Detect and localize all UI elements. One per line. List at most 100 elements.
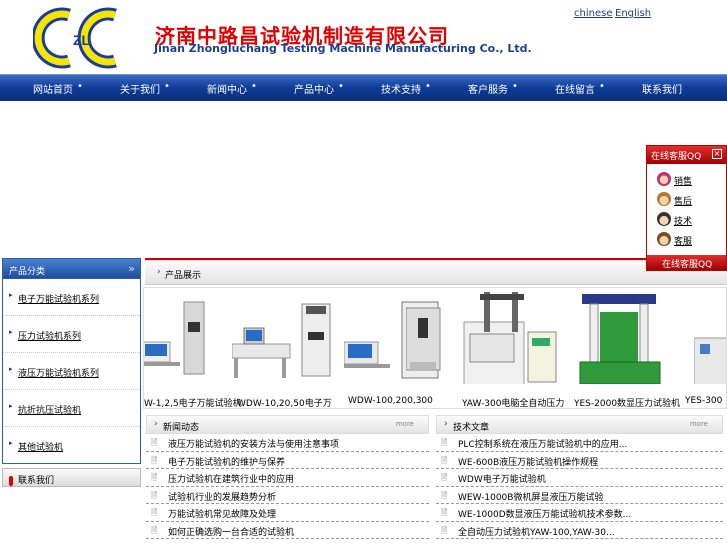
- nav-item-contact[interactable]: 联系我们: [642, 81, 682, 96]
- tech-title: 技术文章: [453, 423, 490, 433]
- document-icon: 🗎: [151, 455, 158, 465]
- nav-item-message[interactable]: 在线留言: [555, 81, 595, 96]
- document-icon: 🗎: [441, 525, 448, 535]
- lang-chinese-link[interactable]: chinese: [574, 8, 612, 19]
- tech-list: 🗎 PLC控制系统在液压万能试验机中的应用... 🗎 WE-600B液压万能试验机操…: [436, 434, 723, 539]
- document-icon: 🗎: [441, 508, 448, 517]
- avatar-icon: [657, 172, 671, 186]
- document-icon: 🗎: [151, 490, 158, 500]
- tech-header: › 技术文章 more: [436, 415, 723, 434]
- news-item-title: 如何正确选购一台合适的试验机: [168, 527, 295, 538]
- nav-separator: •: [77, 81, 83, 92]
- testing-machine-image: [144, 301, 205, 375]
- tech-more-link[interactable]: more: [690, 420, 708, 428]
- sidebar-item-hydraulic[interactable]: ▸ 液压万能试验机系列: [3, 353, 140, 390]
- product-carousel[interactable]: W-1,2,5电子万能试验机 WDW-10,20,50电子万 WDW-100,2…: [143, 287, 727, 409]
- list-item[interactable]: 🗎 万能试验机常见故障及处理: [146, 504, 429, 522]
- nav-separator: •: [599, 81, 605, 92]
- qq-title: 在线客服QQ: [651, 152, 702, 162]
- news-header: › 新闻动态 more: [146, 415, 429, 434]
- contact-title: 联系我们: [18, 476, 55, 486]
- triangle-icon: ▸: [9, 328, 13, 336]
- list-item[interactable]: 🗎 全自动压力试验机YAW-100,YAW-30...: [436, 522, 723, 539]
- list-item[interactable]: 🗎 WE-600B液压万能试验机操作规程: [436, 452, 723, 469]
- tech-item-title: WDW电子万能试验机: [458, 475, 546, 485]
- product-caption[interactable]: YES-2000数显压力试验机: [574, 396, 680, 408]
- product-image[interactable]: [144, 292, 242, 384]
- list-item[interactable]: 🗎 电子万能试验机的维护与保养: [146, 452, 429, 469]
- chevron-right-icon: ›: [154, 419, 158, 429]
- list-item[interactable]: 🗎 PLC控制系统在液压万能试验机中的应用...: [436, 434, 723, 452]
- chevron-right-icon: ›: [157, 267, 161, 277]
- sidebar-item-other[interactable]: ▸ 其他试验机: [3, 427, 140, 464]
- list-item[interactable]: 🗎 试验机行业的发展趋势分析: [146, 487, 429, 504]
- product-image[interactable]: [231, 292, 332, 384]
- qq-agent-row[interactable]: 销售: [647, 169, 726, 189]
- product-image[interactable]: [693, 292, 726, 387]
- sidebar-item-flexural[interactable]: ▸ 抗折抗压试验机: [3, 390, 140, 427]
- list-item[interactable]: 🗎 液压万能试验机的安装方法与使用注意事项: [146, 434, 429, 452]
- sidebar-item-electronic[interactable]: ▸ 电子万能试验机系列: [3, 279, 140, 316]
- document-icon: 🗎: [151, 508, 158, 517]
- product-caption[interactable]: YES-300: [685, 396, 722, 406]
- close-icon[interactable]: ×: [712, 149, 722, 159]
- news-item-title: 压力试验机在建筑行业中的应用: [168, 475, 295, 485]
- products-header: › 产品展示: [145, 260, 727, 285]
- qq-footer-label: 在线客服QQ: [662, 260, 713, 270]
- product-image[interactable]: [460, 292, 560, 389]
- qq-service-panel: 在线客服QQ × 销售 售后 技术 客服 在线客服QQ: [646, 145, 727, 271]
- nav-item-products[interactable]: 产品中心: [294, 81, 334, 96]
- testing-machine-image: [463, 292, 557, 389]
- qq-footer: 在线客服QQ: [647, 255, 726, 270]
- sidebar-item-label: 抗折抗压试验机: [18, 406, 82, 416]
- sidebar-header: 产品分类 »: [2, 258, 141, 279]
- news-item-title: 万能试验机常见故障及处理: [168, 510, 277, 520]
- nav-item-home[interactable]: 网站首页: [33, 81, 73, 96]
- sidebar: 产品分类 » ▸ 电子万能试验机系列 ▸ 压力试验机系列 ▸ 液压万能试验机系列 ▸ 抗…: [2, 258, 141, 487]
- testing-machine-image: [231, 303, 331, 378]
- main-nav: 网站首页 • 关于我们 • 新闻中心 • 产品中心 • 技术支持 • 客户服务 …: [0, 74, 727, 101]
- logo-graphic: ZL: [31, 5, 121, 71]
- list-item[interactable]: 🗎 WE-1000D数显液压万能试验机技术参数...: [436, 504, 723, 522]
- document-icon: 🗎: [441, 473, 448, 482]
- qq-agent-name: 销售: [674, 177, 693, 187]
- news-item-title: 试验机行业的发展趋势分析: [168, 492, 277, 503]
- sidebar-item-pressure[interactable]: ▸ 压力试验机系列: [3, 316, 140, 353]
- document-icon: 🗎: [151, 473, 158, 482]
- qq-agent-name: 客服: [674, 237, 693, 247]
- products-title: 产品展示: [165, 271, 202, 281]
- qq-agent-row[interactable]: 售后: [647, 189, 726, 209]
- nav-separator: •: [251, 81, 257, 92]
- tech-item-title: WE-600B液压万能试验机操作规程: [458, 457, 599, 468]
- nav-item-about[interactable]: 关于我们: [120, 81, 160, 96]
- product-caption[interactable]: YAW-300电脑全自动压力: [462, 396, 564, 408]
- sidebar-item-label: 压力试验机系列: [18, 332, 82, 342]
- qq-agent-row[interactable]: 客服: [647, 229, 726, 249]
- news-more-link[interactable]: more: [396, 420, 414, 428]
- list-item[interactable]: 🗎 如何正确选购一台合适的试验机: [146, 522, 429, 539]
- product-caption[interactable]: W-1,2,5电子万能试验机: [144, 396, 242, 408]
- testing-machine-image: [405, 307, 441, 371]
- double-arrow-icon: »: [128, 262, 135, 275]
- nav-item-support[interactable]: 技术支持: [381, 81, 421, 96]
- product-caption[interactable]: WDW-100,200,300: [348, 396, 433, 406]
- list-item[interactable]: 🗎 WEW-1000B微机屏显液压万能试验: [436, 487, 723, 504]
- product-image[interactable]: [570, 292, 670, 385]
- qq-agent-row[interactable]: 技术: [647, 209, 726, 229]
- document-icon: 🗎: [151, 525, 158, 535]
- banner-area: [0, 101, 727, 258]
- company-logo[interactable]: ZL: [31, 5, 121, 71]
- company-name-en: Jinan Zhongluchang Testing Machine Manuf…: [154, 42, 532, 55]
- sidebar-item-label: 其他试验机: [18, 443, 64, 453]
- lang-english-link[interactable]: English: [615, 8, 651, 19]
- nav-separator: •: [425, 81, 431, 92]
- list-item[interactable]: 🗎 WDW电子万能试验机: [436, 469, 723, 487]
- list-item[interactable]: 🗎 压力试验机在建筑行业中的应用: [146, 469, 429, 487]
- tech-item-title: WE-1000D数显液压万能试验机技术参数...: [458, 510, 632, 520]
- avatar-icon: [657, 232, 671, 246]
- contact-header: 联系我们: [2, 468, 141, 487]
- nav-item-news[interactable]: 新闻中心: [207, 81, 247, 96]
- product-caption[interactable]: WDW-10,20,50电子万: [237, 396, 332, 408]
- nav-item-service[interactable]: 客户服务: [468, 81, 508, 96]
- nav-separator: •: [512, 81, 518, 92]
